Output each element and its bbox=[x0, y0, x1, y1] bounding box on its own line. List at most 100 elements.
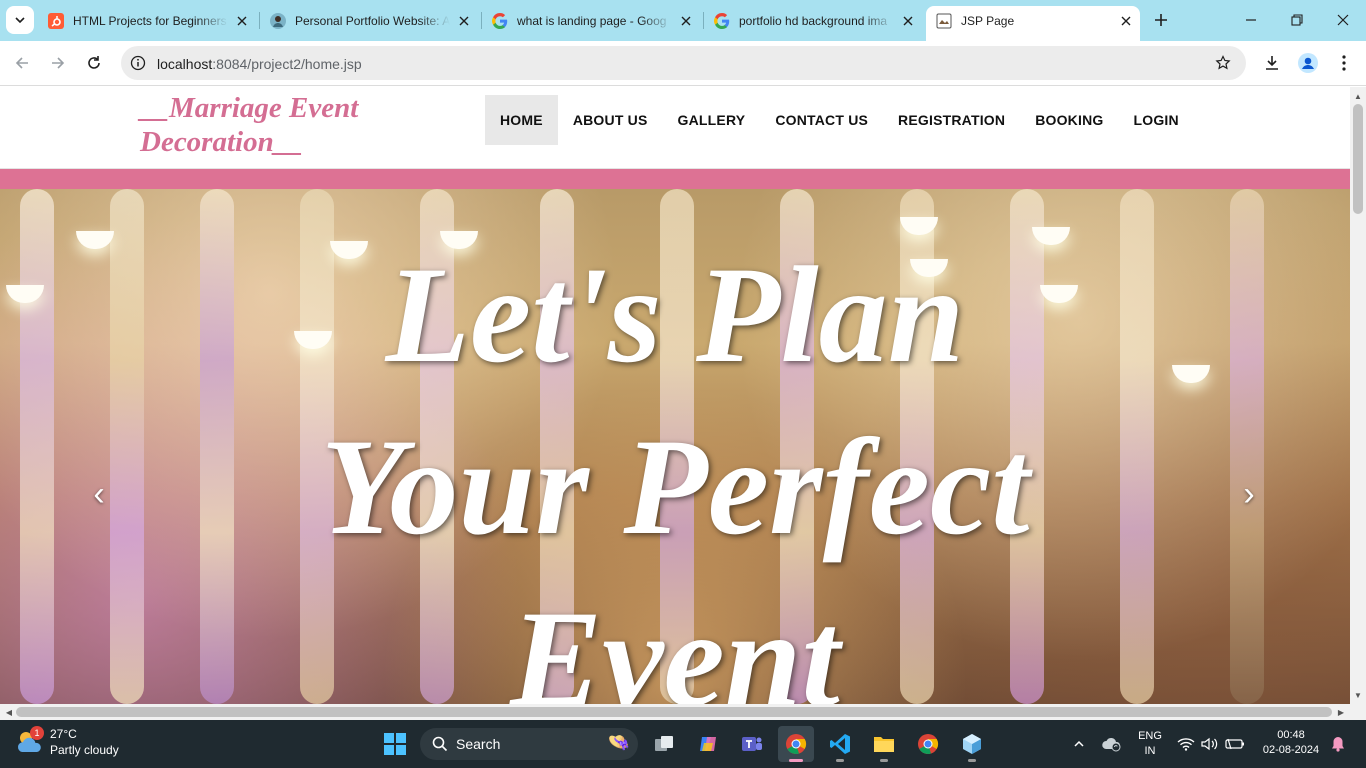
new-tab-button[interactable] bbox=[1151, 10, 1171, 30]
file-explorer-button[interactable] bbox=[866, 726, 902, 762]
nav-booking[interactable]: BOOKING bbox=[1020, 95, 1118, 145]
battery-icon bbox=[1225, 738, 1244, 750]
copilot-button[interactable] bbox=[690, 726, 726, 762]
wifi-status[interactable] bbox=[1176, 720, 1196, 768]
site-info-icon[interactable] bbox=[129, 54, 147, 72]
clock-time: 00:48 bbox=[1277, 729, 1305, 741]
forward-button[interactable] bbox=[46, 51, 70, 75]
nav-login[interactable]: LOGIN bbox=[1118, 95, 1193, 145]
restore-button[interactable] bbox=[1274, 0, 1320, 40]
hero-line-3: Event bbox=[510, 582, 840, 704]
tab-html-projects[interactable]: HTML Projects for Beginners bbox=[38, 6, 256, 35]
nav-about-us[interactable]: ABOUT US bbox=[558, 95, 663, 145]
input-language[interactable]: ENG IN bbox=[1134, 720, 1166, 768]
url-path: :8084/project2/home.jsp bbox=[212, 56, 362, 72]
brand-line-1: __Marriage Event bbox=[140, 92, 359, 124]
notification-badge: 1 bbox=[30, 726, 44, 740]
teams-button[interactable] bbox=[734, 726, 770, 762]
brand-line-2: Decoration__ bbox=[140, 126, 303, 158]
search-icon bbox=[432, 736, 448, 752]
site-brand[interactable]: __Marriage Event Decoration__ bbox=[140, 91, 400, 159]
plus-icon bbox=[1155, 14, 1167, 26]
scroll-down-arrow-icon[interactable]: ▼ bbox=[1350, 688, 1366, 702]
windows-logo-icon bbox=[384, 733, 406, 755]
chrome-icon bbox=[786, 734, 807, 754]
copilot-icon bbox=[700, 737, 716, 751]
reload-button[interactable] bbox=[82, 51, 106, 75]
tab-search-button[interactable] bbox=[6, 6, 34, 34]
clock-date: 02-08-2024 bbox=[1262, 744, 1320, 756]
download-button[interactable] bbox=[1260, 51, 1284, 75]
browser-toolbar: localhost:8084/project2/home.jsp bbox=[0, 41, 1366, 86]
close-icon[interactable] bbox=[234, 13, 250, 29]
speaker-icon bbox=[1201, 737, 1218, 751]
vscode-button[interactable] bbox=[822, 726, 858, 762]
close-icon[interactable] bbox=[900, 13, 916, 29]
minimize-icon bbox=[1246, 19, 1256, 21]
bookmark-star-icon[interactable] bbox=[1214, 54, 1232, 72]
page-icon bbox=[936, 13, 952, 29]
task-view-icon bbox=[655, 736, 673, 751]
scrollbar-corner bbox=[1350, 704, 1366, 720]
chrome-taskbar-button[interactable] bbox=[778, 726, 814, 762]
portfolio-site-icon bbox=[270, 12, 286, 29]
hero-carousel: Let's Plan Your Perfect Event ‹ › bbox=[0, 189, 1350, 704]
horizontal-scroll-thumb[interactable] bbox=[16, 707, 1332, 717]
task-view-button[interactable] bbox=[646, 726, 682, 762]
weather-widget[interactable]: 1 27°C Partly cloudy bbox=[16, 726, 119, 758]
nav-home[interactable]: HOME bbox=[485, 95, 558, 145]
minimize-button[interactable] bbox=[1228, 0, 1274, 40]
hero-line-1: Let's Plan bbox=[385, 238, 965, 391]
chrome-profile-button[interactable] bbox=[910, 726, 946, 762]
show-hidden-icons-button[interactable] bbox=[1070, 720, 1088, 768]
close-icon[interactable] bbox=[1118, 13, 1134, 29]
folder-icon bbox=[874, 737, 894, 752]
onedrive-status[interactable] bbox=[1100, 720, 1124, 768]
address-bar[interactable]: localhost:8084/project2/home.jsp bbox=[121, 46, 1246, 80]
horizontal-scrollbar[interactable]: ◀ ▶ bbox=[0, 704, 1350, 720]
running-indicator bbox=[789, 759, 803, 762]
download-icon bbox=[1266, 56, 1278, 70]
3d-app-button[interactable] bbox=[954, 726, 990, 762]
temperature: 27°C bbox=[50, 727, 77, 741]
kebab-menu-icon bbox=[1342, 55, 1346, 71]
start-button[interactable] bbox=[377, 726, 413, 762]
nav-contact-us[interactable]: CONTACT US bbox=[760, 95, 883, 145]
notifications-button[interactable] bbox=[1328, 720, 1348, 768]
nav-gallery[interactable]: GALLERY bbox=[663, 95, 761, 145]
battery-status[interactable] bbox=[1224, 720, 1246, 768]
tab-title: what is landing page - Goog bbox=[517, 13, 667, 28]
running-indicator bbox=[880, 759, 888, 762]
cloud-sync-icon bbox=[1102, 737, 1121, 752]
back-button[interactable] bbox=[10, 51, 34, 75]
volume-status[interactable] bbox=[1200, 720, 1220, 768]
search-label: Search bbox=[456, 736, 501, 752]
close-icon[interactable] bbox=[678, 13, 694, 29]
nav-registration[interactable]: REGISTRATION bbox=[883, 95, 1020, 145]
system-clock[interactable]: 00:48 02-08-2024 bbox=[1256, 728, 1326, 758]
chrome-icon bbox=[918, 734, 939, 754]
scroll-left-arrow-icon[interactable]: ◀ bbox=[2, 704, 16, 720]
carousel-next-button[interactable]: › bbox=[1234, 474, 1264, 514]
tab-personal-portfolio[interactable]: Personal Portfolio Website: A bbox=[260, 6, 478, 35]
tab-jsp-page[interactable]: JSP Page bbox=[926, 6, 1140, 41]
language-code: ENG bbox=[1138, 730, 1162, 742]
vertical-scrollbar[interactable]: ▲ ▼ bbox=[1350, 87, 1366, 704]
scroll-up-arrow-icon[interactable]: ▲ bbox=[1350, 89, 1366, 103]
close-window-button[interactable] bbox=[1320, 0, 1366, 40]
browser-menu-button[interactable] bbox=[1332, 51, 1356, 75]
vertical-scroll-thumb[interactable] bbox=[1353, 104, 1363, 214]
carousel-prev-button[interactable]: ‹ bbox=[84, 474, 114, 514]
taskbar-search[interactable]: Search 👒 bbox=[420, 728, 638, 760]
windows-taskbar: 1 27°C Partly cloudy Search 👒 ENG IN 00:… bbox=[0, 720, 1366, 768]
profile-button[interactable] bbox=[1296, 51, 1320, 75]
tab-title: HTML Projects for Beginners bbox=[73, 13, 227, 28]
tab-portfolio-background[interactable]: portfolio hd background ima bbox=[704, 6, 922, 35]
tab-landing-page-search[interactable]: what is landing page - Goog bbox=[482, 6, 700, 35]
scroll-right-arrow-icon[interactable]: ▶ bbox=[1334, 704, 1348, 720]
hubspot-icon bbox=[48, 12, 64, 29]
close-icon[interactable] bbox=[456, 13, 472, 29]
close-icon bbox=[1337, 14, 1349, 26]
site-header: __Marriage Event Decoration__ HOME ABOUT… bbox=[0, 87, 1350, 169]
hero-heading: Let's Plan Your Perfect Event bbox=[0, 229, 1350, 704]
